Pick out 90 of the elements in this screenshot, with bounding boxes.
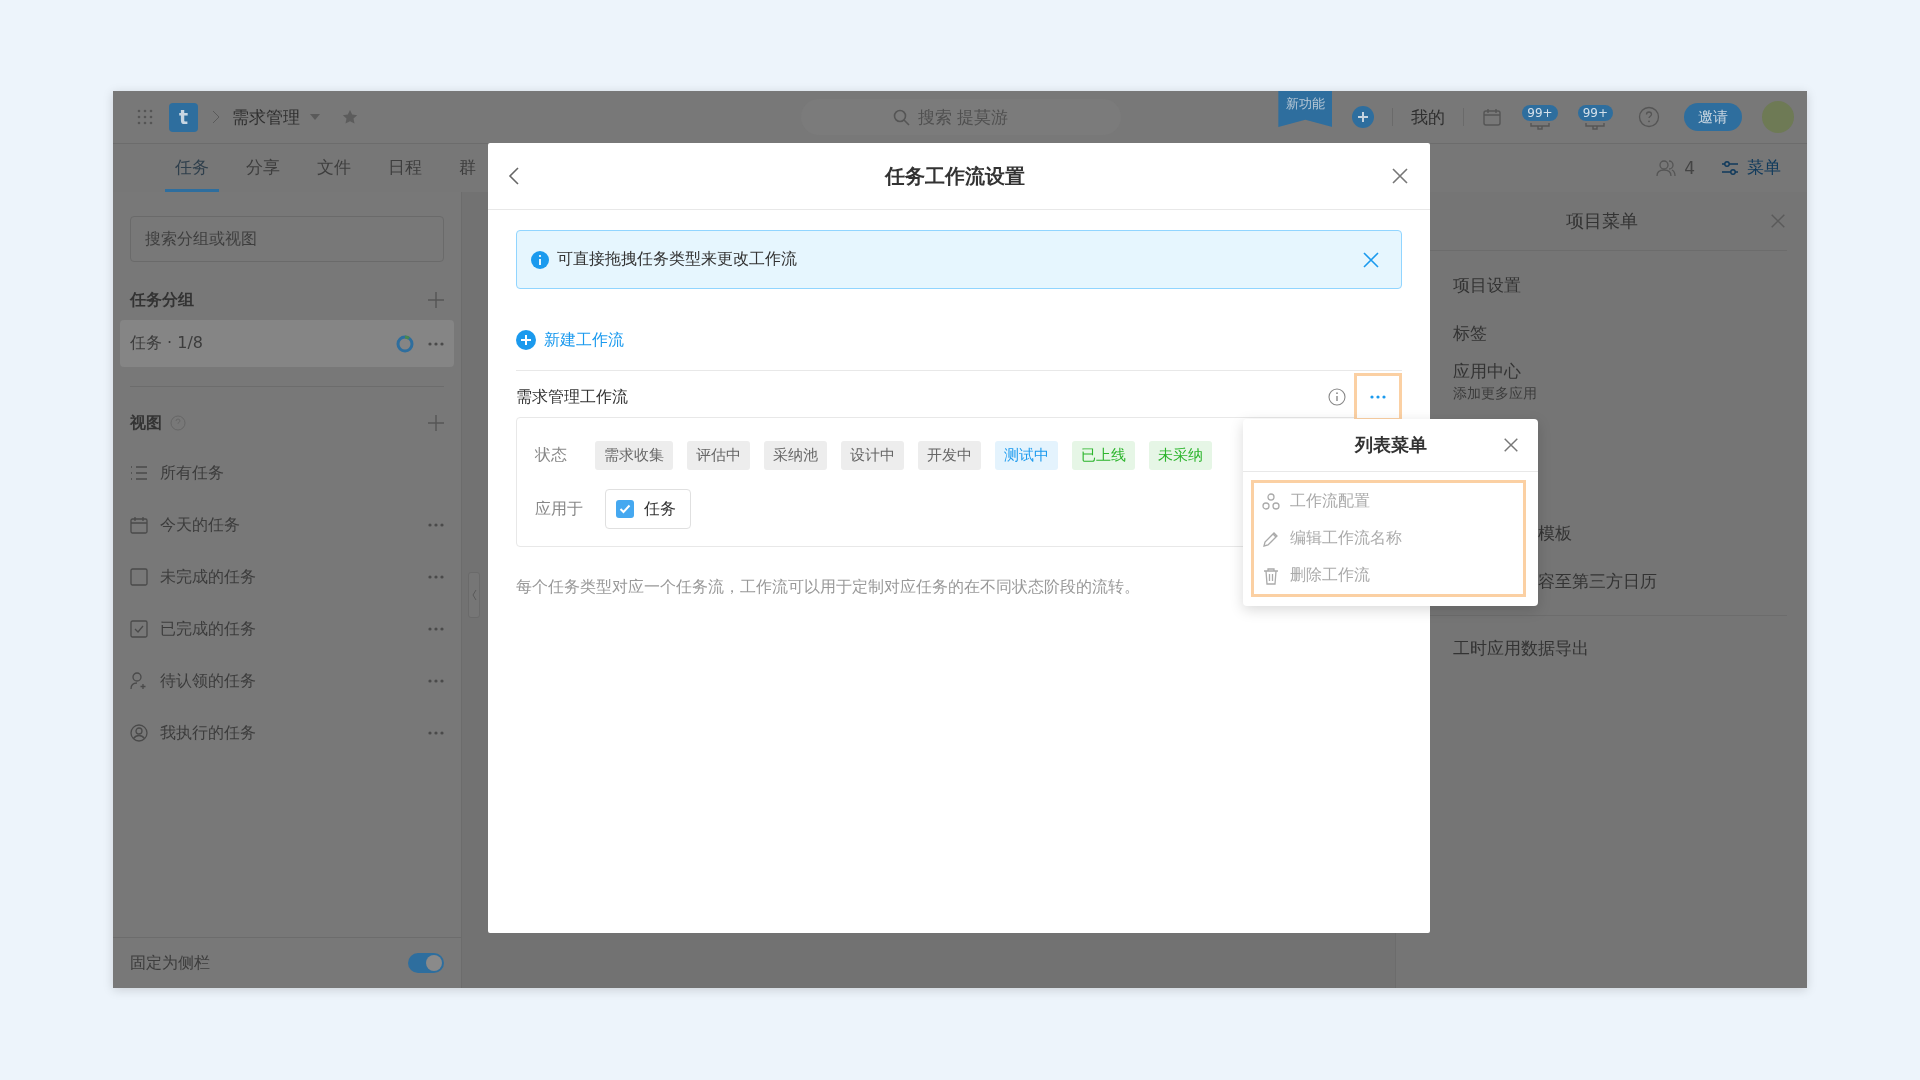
add-icon[interactable] xyxy=(428,292,444,308)
status-tag[interactable]: 采纳池 xyxy=(764,440,827,470)
chevron-right-icon xyxy=(212,110,220,124)
close-icon[interactable] xyxy=(1361,249,1381,270)
status-tag[interactable]: 设计中 xyxy=(841,440,904,470)
menu-item[interactable]: 标签 xyxy=(1453,321,1807,345)
apps-grid-icon[interactable] xyxy=(137,109,153,125)
list-icon xyxy=(130,465,148,481)
status-tag[interactable]: 开发中 xyxy=(918,440,981,470)
info-text: 可直接拖拽任务类型来更改工作流 xyxy=(557,249,798,270)
view-item[interactable]: 我执行的任务 xyxy=(130,707,444,759)
view-item[interactable]: 今天的任务 xyxy=(130,499,444,551)
info-icon[interactable] xyxy=(1328,388,1346,406)
new-feature-badge[interactable]: 新功能 xyxy=(1278,91,1333,127)
trash-icon xyxy=(1262,566,1280,585)
calendar-icon xyxy=(130,516,148,534)
status-tag[interactable]: 未采纳 xyxy=(1149,440,1212,470)
status-tag[interactable]: 已上线 xyxy=(1072,440,1135,470)
view-item[interactable]: 未完成的任务 xyxy=(130,551,444,603)
group-item[interactable]: 任务 · 1/8 xyxy=(120,320,454,367)
info-icon xyxy=(531,250,549,269)
view-item[interactable]: 已完成的任务 xyxy=(130,603,444,655)
search-field[interactable]: 搜索分组或视图 xyxy=(130,216,444,262)
help-icon[interactable] xyxy=(1638,106,1660,128)
checkbox-icon xyxy=(130,568,148,586)
project-name[interactable]: 需求管理 xyxy=(232,105,300,129)
menu-item[interactable]: 编辑工作流名称 xyxy=(1262,520,1515,557)
workflow-name: 需求管理工作流 xyxy=(516,386,629,408)
person-circle-icon xyxy=(130,724,148,742)
calendar-icon[interactable] xyxy=(1482,107,1503,127)
ellipsis-icon[interactable] xyxy=(428,575,444,579)
menu-item[interactable]: 模板 xyxy=(1538,521,1807,545)
tab[interactable]: 日程 xyxy=(378,143,432,192)
field-label: 状态 xyxy=(535,444,568,466)
add-icon[interactable] xyxy=(428,415,444,431)
search-icon xyxy=(893,108,910,126)
ellipsis-icon[interactable] xyxy=(428,627,444,631)
menu-item-subtitle: 添加更多应用 xyxy=(1453,384,1538,403)
add-icon[interactable] xyxy=(1352,106,1375,128)
menu-item[interactable]: 项目设置 xyxy=(1453,273,1807,297)
section-title: 任务分组 xyxy=(130,289,194,311)
add-circle-icon xyxy=(516,330,536,350)
tab[interactable]: 文件 xyxy=(307,143,361,192)
checked-box-icon xyxy=(130,620,148,638)
view-item[interactable]: 待认领的任务 xyxy=(130,655,444,707)
count-badge: 99+ xyxy=(1577,104,1613,121)
toggle-switch[interactable] xyxy=(408,953,444,973)
ellipsis-icon[interactable] xyxy=(428,731,444,735)
ellipsis-icon[interactable] xyxy=(428,341,444,346)
tab[interactable]: 群 xyxy=(449,143,486,192)
my-link[interactable]: 我的 xyxy=(1411,105,1446,129)
close-icon[interactable] xyxy=(1390,166,1410,186)
panel-title: 项目菜单 xyxy=(1565,209,1638,233)
new-workflow-link[interactable]: 新建工作流 xyxy=(516,329,624,351)
description-text: 每个任务类型对应一个任务流，工作流可以用于定制对应任务的在不同状态阶段的流转。 xyxy=(516,577,1141,598)
checkbox[interactable] xyxy=(616,500,634,518)
section-title: 视图 xyxy=(130,412,162,434)
workflow-icon xyxy=(1262,492,1280,511)
menu-item[interactable]: 工作流配置 xyxy=(1262,483,1515,520)
status-tag[interactable]: 测试中 xyxy=(995,440,1058,470)
task-type-checkbox[interactable]: 任务 xyxy=(605,489,691,529)
count-badge: 99+ xyxy=(1522,104,1558,121)
progress-ring-icon xyxy=(396,334,414,353)
menu-item[interactable]: 工时应用数据导出 xyxy=(1453,636,1807,660)
person-add-icon xyxy=(130,672,148,690)
view-item[interactable]: 所有任务 xyxy=(130,447,444,499)
pin-label: 固定为侧栏 xyxy=(130,952,210,974)
field-label: 应用于 xyxy=(535,498,583,520)
sliders-icon xyxy=(1721,159,1739,176)
menu-button[interactable]: 菜单 xyxy=(1721,156,1781,179)
popup-title: 列表菜单 xyxy=(1354,433,1427,457)
invite-button[interactable]: 邀请 xyxy=(1684,103,1742,131)
tab[interactable]: 分享 xyxy=(236,143,290,192)
avatar[interactable] xyxy=(1762,101,1794,133)
menu-item[interactable]: 删除工作流 xyxy=(1262,557,1515,594)
status-tag[interactable]: 评估中 xyxy=(687,440,750,470)
back-icon[interactable] xyxy=(508,166,520,186)
caret-down-icon[interactable] xyxy=(310,114,320,120)
members-icon[interactable] xyxy=(1656,158,1677,177)
ellipsis-icon[interactable] xyxy=(428,679,444,683)
more-button[interactable] xyxy=(1354,373,1402,421)
close-icon[interactable] xyxy=(1502,436,1520,454)
star-icon[interactable] xyxy=(342,109,358,125)
status-tag[interactable]: 需求收集 xyxy=(595,440,673,470)
app-logo[interactable]: t xyxy=(169,102,198,132)
menu-item[interactable]: 应用中心 xyxy=(1453,359,1807,383)
ellipsis-icon[interactable] xyxy=(1370,395,1386,399)
dialog-title: 任务工作流设置 xyxy=(883,162,1026,190)
collapse-handle[interactable] xyxy=(468,572,480,618)
ellipsis-icon[interactable] xyxy=(428,523,444,527)
